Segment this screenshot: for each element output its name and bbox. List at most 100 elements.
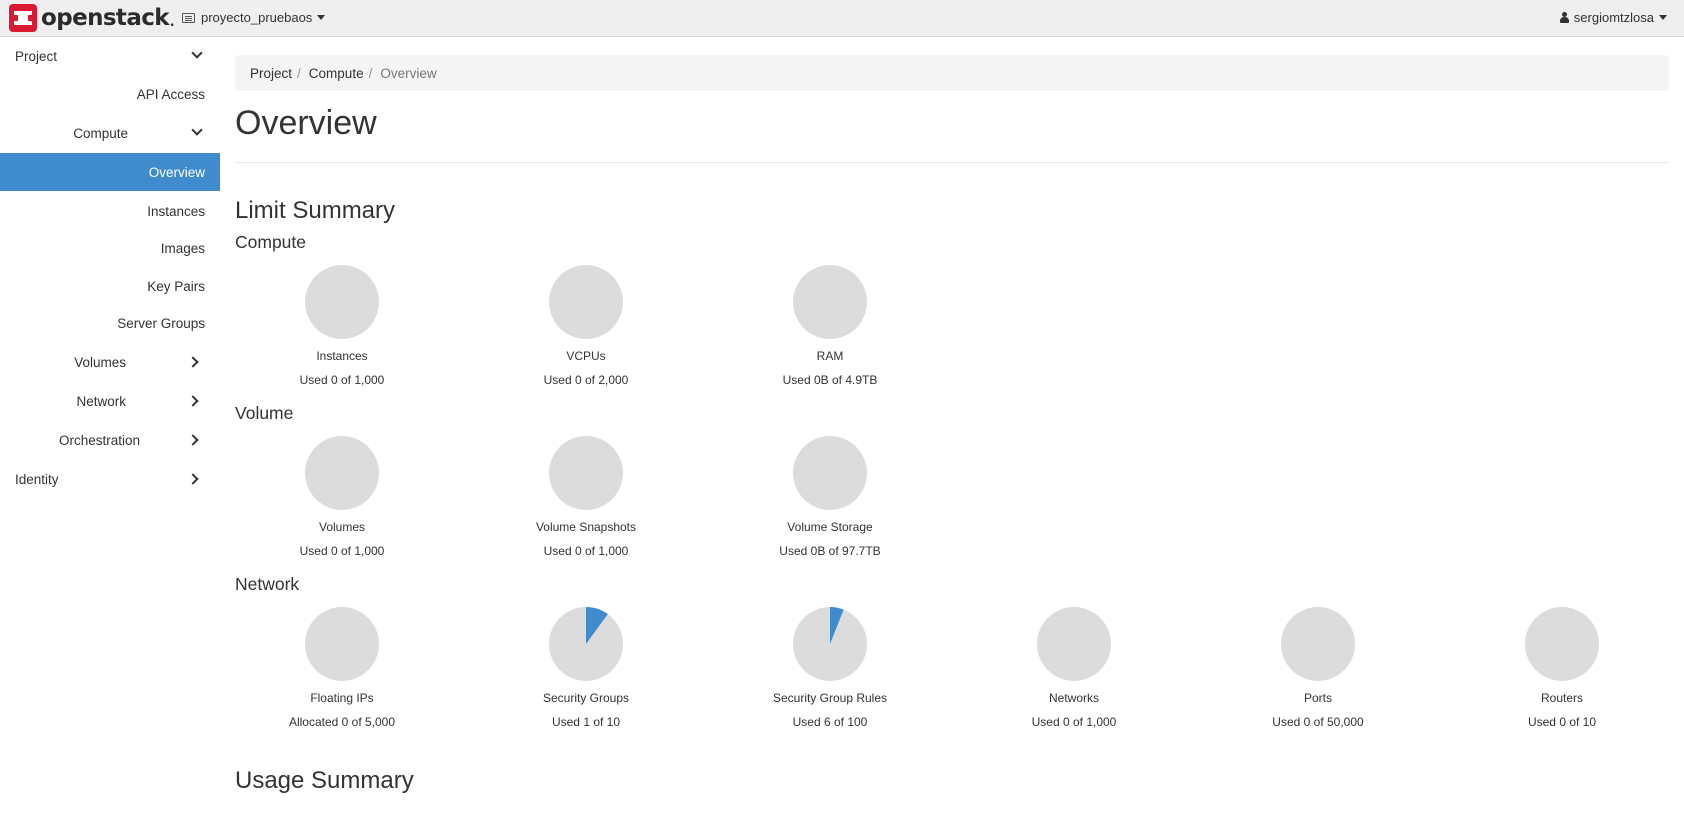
user-name: sergiomtzlosa — [1573, 10, 1654, 25]
limit-usage: Used 1 of 10 — [551, 715, 621, 729]
limit-chart: Ports Used 0 of 50,000 — [1218, 606, 1418, 729]
project-list-icon — [182, 12, 195, 23]
limit-chart: Security Group Rules Used 6 of 100 — [730, 606, 930, 729]
sidebar-item-label: Key Pairs — [147, 278, 205, 294]
sidebar-item-network[interactable]: Network — [0, 382, 220, 420]
limit-chart: Routers Used 0 of 10 — [1462, 606, 1662, 729]
pie-chart — [1281, 607, 1355, 681]
usage-summary-heading: Usage Summary — [235, 767, 414, 794]
user-icon — [1559, 12, 1569, 23]
chevron-right-icon — [187, 356, 199, 368]
caret-down-icon — [317, 15, 326, 20]
sidebar-item-label: Overview — [148, 164, 205, 180]
openstack-logo-icon — [9, 4, 37, 32]
sidebar: Project API Access Compute Overview Inst… — [0, 37, 220, 829]
limit-name: Security Groups — [542, 691, 630, 705]
pie-background — [305, 607, 379, 681]
limit-name: Ports — [1303, 691, 1332, 705]
limit-name: Volumes — [318, 520, 366, 534]
breadcrumb-compute[interactable]: Compute — [309, 66, 364, 81]
limit-name: Networks — [1048, 691, 1099, 705]
sidebar-item-server-groups[interactable]: Server Groups — [0, 304, 220, 342]
pie-chart — [793, 265, 867, 339]
volume-section-heading: Volume — [235, 403, 294, 423]
sidebar-item-label: Instances — [147, 203, 205, 219]
chevron-down-icon — [191, 47, 203, 59]
limit-name: Volume Snapshots — [535, 520, 637, 534]
pie-background — [305, 265, 379, 339]
limit-usage: Used 0 of 1,000 — [299, 544, 385, 558]
limit-chart: Volume Snapshots Used 0 of 1,000 — [486, 435, 686, 558]
pie-background — [793, 265, 867, 339]
sidebar-item-overview[interactable]: Overview — [0, 153, 220, 191]
limit-chart: Volumes Used 0 of 1,000 — [242, 435, 442, 558]
limit-usage: Used 0 of 1,000 — [543, 544, 629, 558]
breadcrumb-separator: / — [368, 65, 373, 81]
pie-chart — [549, 436, 623, 510]
limit-summary-heading: Limit Summary — [235, 197, 396, 224]
user-menu[interactable]: sergiomtzlosa — [1559, 10, 1667, 25]
pie-chart — [305, 436, 379, 510]
limit-usage: Used 6 of 100 — [792, 715, 868, 729]
sidebar-item-label: Network — [76, 393, 126, 409]
limit-name: Instances — [316, 349, 368, 363]
pie-chart — [305, 607, 379, 681]
limit-chart: Instances Used 0 of 1,000 — [242, 264, 442, 387]
pie-chart — [793, 436, 867, 510]
breadcrumb-project[interactable]: Project — [250, 66, 292, 81]
sidebar-item-key-pairs[interactable]: Key Pairs — [0, 267, 220, 305]
sidebar-item-label: Project — [15, 48, 58, 64]
project-name: proyecto_pruebaos — [201, 10, 313, 25]
limit-name: Routers — [1540, 691, 1584, 705]
brand-name: openstack — [41, 5, 170, 31]
breadcrumb: Project / Compute / Overview — [235, 55, 1669, 91]
chevron-right-icon — [187, 473, 199, 485]
limit-chart: VCPUs Used 0 of 2,000 — [486, 264, 686, 387]
sidebar-item-volumes[interactable]: Volumes — [0, 343, 220, 381]
compute-section-heading: Compute — [235, 232, 307, 252]
caret-down-icon — [1659, 15, 1667, 20]
project-selector[interactable]: proyecto_pruebaos — [182, 10, 326, 25]
sidebar-item-images[interactable]: Images — [0, 229, 220, 267]
sidebar-item-label: Volumes — [74, 354, 126, 370]
openstack-logo[interactable]: openstack. — [9, 4, 175, 32]
pie-background — [305, 436, 379, 510]
pie-background — [1037, 607, 1111, 681]
sidebar-item-instances[interactable]: Instances — [0, 192, 220, 230]
limit-name: Volume Storage — [787, 520, 873, 534]
pie-background — [549, 436, 623, 510]
pie-chart — [549, 265, 623, 339]
sidebar-item-label: Compute — [73, 125, 128, 141]
pie-background — [793, 436, 867, 510]
brand-dot: . — [168, 4, 176, 31]
limit-chart: Floating IPs Allocated 0 of 5,000 — [242, 606, 442, 729]
top-navbar: openstack. proyecto_pruebaos sergiomtzlo… — [0, 0, 1684, 37]
sidebar-item-identity[interactable]: Identity — [0, 460, 220, 498]
limit-usage: Used 0B of 4.9TB — [782, 373, 878, 387]
sidebar-item-project[interactable]: Project — [0, 37, 220, 75]
pie-chart — [1525, 607, 1599, 681]
limit-usage: Used 0 of 50,000 — [1272, 715, 1364, 729]
sidebar-item-label: Orchestration — [58, 432, 140, 448]
limit-usage: Used 0 of 1,000 — [1031, 715, 1117, 729]
pie-chart — [793, 607, 867, 681]
pie-chart — [549, 607, 623, 681]
chevron-right-icon — [187, 434, 199, 446]
pie-chart — [305, 265, 379, 339]
breadcrumb-current: Overview — [380, 65, 437, 81]
pie-background — [1281, 607, 1355, 681]
sidebar-item-orchestration[interactable]: Orchestration — [0, 421, 220, 459]
limit-name: VCPUs — [566, 349, 606, 363]
page-title: Overview — [235, 104, 377, 142]
sidebar-item-label: Images — [160, 240, 205, 256]
sidebar-item-compute[interactable]: Compute — [0, 114, 220, 152]
limit-chart: Security Groups Used 1 of 10 — [486, 606, 686, 729]
sidebar-item-label: Server Groups — [117, 315, 205, 331]
sidebar-item-api-access[interactable]: API Access — [0, 75, 220, 113]
limit-chart: Volume Storage Used 0B of 97.7TB — [730, 435, 930, 558]
limit-usage: Used 0B of 97.7TB — [779, 544, 881, 558]
pie-background — [549, 265, 623, 339]
chevron-right-icon — [187, 395, 199, 407]
limit-chart: Networks Used 0 of 1,000 — [974, 606, 1174, 729]
network-section-heading: Network — [235, 574, 300, 594]
